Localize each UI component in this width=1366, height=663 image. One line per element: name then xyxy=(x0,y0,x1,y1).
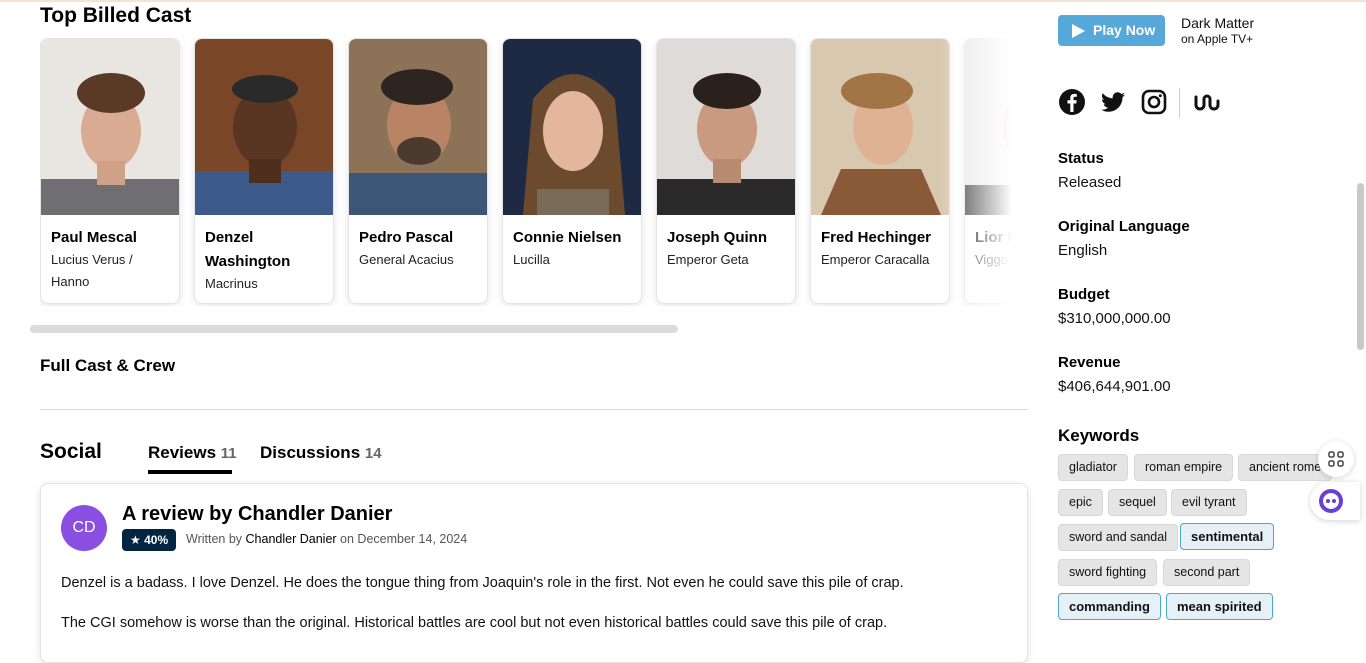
review-byline: Written by Chandler Danier on December 1… xyxy=(186,532,467,546)
keyword-tag[interactable]: second part xyxy=(1163,559,1251,586)
cast-card[interactable]: Lior Raz Viggo xyxy=(964,38,1028,304)
tab-count: 11 xyxy=(220,445,237,462)
cast-name[interactable]: Joseph Quinn xyxy=(667,226,789,250)
fact-value-budget: $310,000,000.00 xyxy=(1058,310,1171,327)
cast-scrollbar[interactable] xyxy=(30,325,678,333)
cast-name[interactable]: Pedro Pascal xyxy=(359,226,481,250)
cast-role: Macrinus xyxy=(205,276,258,291)
instagram-icon[interactable] xyxy=(1140,88,1168,116)
keyword-tag[interactable]: sword and sandal xyxy=(1058,524,1178,551)
cast-card[interactable]: Pedro Pascal General Acacius xyxy=(348,38,488,304)
cast-photo[interactable] xyxy=(811,39,949,215)
cast-role: Emperor Geta xyxy=(667,252,749,267)
cast-photo[interactable] xyxy=(503,39,641,215)
keyword-tag[interactable]: evil tyrant xyxy=(1171,489,1247,516)
cast-role: Lucilla xyxy=(513,252,550,267)
keyword-tag[interactable]: epic xyxy=(1058,489,1103,516)
cast-card[interactable]: Fred Hechinger Emperor Caracalla xyxy=(810,38,950,304)
fact-label-budget: Budget xyxy=(1058,286,1110,303)
cast-name[interactable]: Lior Raz xyxy=(975,226,1028,250)
review-paragraph: The CGI somehow is worse than the origin… xyxy=(61,615,888,631)
play-icon xyxy=(1072,24,1085,38)
cast-name[interactable]: Paul Mescal xyxy=(51,226,173,250)
fact-value-status: Released xyxy=(1058,174,1122,191)
keyword-tag[interactable]: roman empire xyxy=(1134,454,1234,481)
rating-badge: ★ 40% xyxy=(122,529,177,551)
cast-photo[interactable] xyxy=(965,39,1028,215)
provider-subtitle: on Apple TV+ xyxy=(1181,32,1254,46)
justwatch-icon[interactable] xyxy=(1192,88,1220,116)
cast-role: Lucius Verus / Hanno xyxy=(51,252,133,289)
tab-label: Discussions xyxy=(260,443,361,462)
sidebar: Play Now Dark Matter on Apple TV+ Status… xyxy=(1040,0,1366,644)
keyword-tag-highlighted[interactable]: sentimental xyxy=(1180,523,1275,550)
cast-photo[interactable] xyxy=(349,39,487,215)
keyword-tag[interactable]: sword fighting xyxy=(1058,559,1158,586)
author-link[interactable]: Chandler Danier xyxy=(246,532,337,546)
main-column: Top Billed Cast Paul Mescal Lucius Verus… xyxy=(0,0,1040,663)
provider-title[interactable]: Dark Matter xyxy=(1181,15,1254,31)
cast-section-title: Top Billed Cast xyxy=(40,4,192,27)
cast-card[interactable]: Joseph Quinn Emperor Geta xyxy=(656,38,796,304)
grid-icon xyxy=(1328,451,1344,467)
cast-role: Viggo xyxy=(975,252,1009,267)
fact-label-revenue: Revenue xyxy=(1058,354,1121,371)
cast-scroller[interactable]: Paul Mescal Lucius Verus / Hanno Denzel … xyxy=(40,38,1028,306)
cast-name[interactable]: Fred Hechinger xyxy=(821,226,943,250)
cast-card[interactable]: Denzel Washington Macrinus xyxy=(194,38,334,304)
assistant-button[interactable] xyxy=(1310,482,1360,520)
review-date: on December 14, 2024 xyxy=(340,532,468,546)
review-title[interactable]: A review by Chandler Danier xyxy=(122,503,392,526)
cast-name[interactable]: Connie Nielsen xyxy=(513,226,635,250)
tab-label: Reviews xyxy=(148,443,217,462)
social-separator xyxy=(1179,88,1180,118)
tab-reviews[interactable]: Reviews 11 xyxy=(148,443,237,463)
play-now-label: Play Now xyxy=(1093,22,1156,38)
cast-role: Emperor Caracalla xyxy=(821,252,930,267)
review-card: CD A review by Chandler Danier ★ 40% Wri… xyxy=(40,483,1028,663)
active-tab-indicator xyxy=(148,470,232,474)
review-paragraph: Denzel is a badass. I love Denzel. He do… xyxy=(61,575,904,591)
apps-grid-button[interactable] xyxy=(1318,441,1354,477)
tab-count: 14 xyxy=(364,445,382,462)
keyword-tag[interactable]: sequel xyxy=(1108,489,1167,516)
fact-value-language: English xyxy=(1058,242,1108,259)
tab-discussions[interactable]: Discussions 14 xyxy=(260,443,382,463)
twitter-icon[interactable] xyxy=(1099,88,1127,116)
cast-role: General Acacius xyxy=(359,252,454,267)
fact-label-language: Original Language xyxy=(1058,218,1190,235)
fact-value-revenue: $406,644,901.00 xyxy=(1058,378,1171,395)
facebook-icon[interactable] xyxy=(1058,88,1086,116)
keyword-tag-highlighted[interactable]: commanding xyxy=(1058,593,1161,620)
cast-card[interactable]: Connie Nielsen Lucilla xyxy=(502,38,642,304)
avatar[interactable]: CD xyxy=(61,505,107,551)
social-section-title: Social xyxy=(40,440,102,463)
cast-photo[interactable] xyxy=(41,39,179,215)
assistant-icon xyxy=(1319,489,1343,513)
fact-label-status: Status xyxy=(1058,150,1104,167)
keyword-tag-highlighted[interactable]: mean spirited xyxy=(1166,593,1273,620)
byline-prefix: Written by xyxy=(186,532,243,546)
cast-photo[interactable] xyxy=(657,39,795,215)
cast-name[interactable]: Denzel Washington xyxy=(205,226,327,274)
keywords-title: Keywords xyxy=(1058,426,1140,445)
divider xyxy=(40,409,1028,410)
keyword-tag[interactable]: gladiator xyxy=(1058,454,1128,481)
full-cast-link[interactable]: Full Cast & Crew xyxy=(40,356,175,376)
page-scrollbar[interactable] xyxy=(1357,183,1364,350)
cast-photo[interactable] xyxy=(195,39,333,215)
play-now-button[interactable]: Play Now xyxy=(1058,15,1165,46)
cast-card[interactable]: Paul Mescal Lucius Verus / Hanno xyxy=(40,38,180,304)
